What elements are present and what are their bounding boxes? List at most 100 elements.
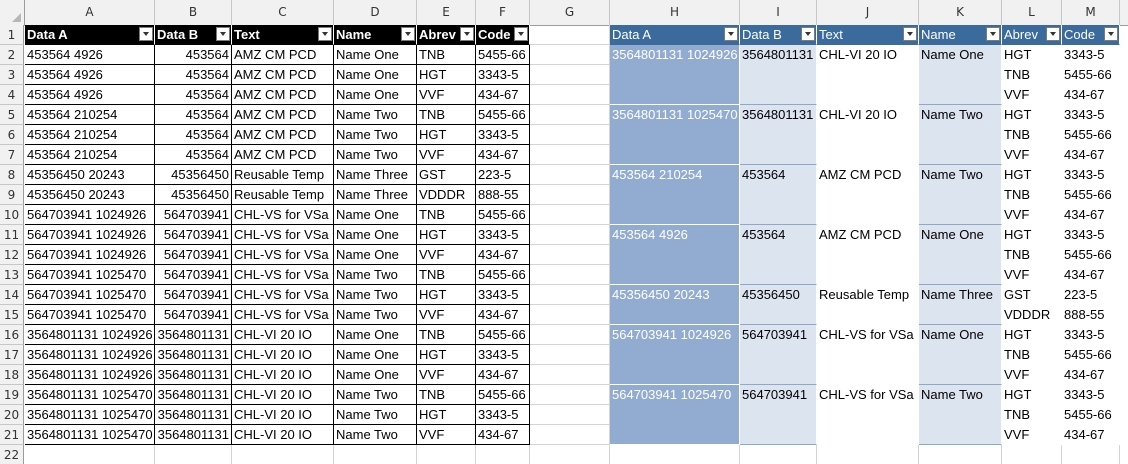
left-table-cell[interactable]: Name Two (334, 125, 417, 145)
right-table-code[interactable]: 3343-5 (1062, 385, 1120, 405)
filter-dropdown-icon[interactable] (216, 27, 230, 41)
select-all-corner[interactable] (0, 0, 25, 25)
row-header-15[interactable]: 15 (0, 305, 24, 325)
empty-cell[interactable] (530, 225, 610, 245)
left-table-cell[interactable]: Name One (334, 205, 417, 225)
left-table-cell[interactable]: Name One (334, 65, 417, 85)
right-table-code[interactable]: 5455-66 (1062, 345, 1120, 365)
left-table-cell[interactable]: 3564801131 (155, 385, 232, 405)
left-table-cell[interactable]: Name Two (334, 385, 417, 405)
right-table-code[interactable]: 3343-5 (1062, 165, 1120, 185)
column-header-b[interactable]: B (155, 0, 232, 25)
row-header-9[interactable]: 9 (0, 185, 24, 205)
filter-dropdown-icon[interactable] (801, 27, 815, 41)
column-header-f[interactable]: F (476, 0, 530, 25)
empty-cell[interactable] (334, 445, 417, 464)
right-table-data-b[interactable]: 3564801131 (740, 105, 817, 165)
left-table-cell[interactable]: 5455-66 (476, 45, 530, 65)
left-table-cell[interactable]: 434-67 (476, 365, 530, 385)
left-table-cell[interactable]: 564703941 1024926 (25, 225, 155, 245)
left-table-cell[interactable]: 3564801131 (155, 345, 232, 365)
right-table-header-data-b[interactable]: Data B (740, 25, 817, 45)
right-table-code[interactable]: 5455-66 (1062, 185, 1120, 205)
right-table-text[interactable]: CHL-VI 20 IO (817, 45, 919, 105)
left-table-cell[interactable]: TNB (417, 45, 476, 65)
right-table-header-name[interactable]: Name (919, 25, 1002, 45)
right-table-data-b[interactable]: 45356450 (740, 285, 817, 325)
left-table-cell[interactable]: VVF (417, 305, 476, 325)
left-table-cell[interactable]: GST (417, 165, 476, 185)
right-table-abrev[interactable]: TNB (1002, 125, 1062, 145)
left-table-cell[interactable]: 223-5 (476, 165, 530, 185)
right-table-data-a[interactable]: 453564 4926 (610, 225, 740, 285)
right-table-code[interactable]: 3343-5 (1062, 325, 1120, 345)
filter-dropdown-icon[interactable] (460, 27, 474, 41)
left-table-cell[interactable]: VVF (417, 365, 476, 385)
left-table-cell[interactable]: 5455-66 (476, 205, 530, 225)
row-header-1[interactable]: 1 (0, 25, 24, 45)
empty-cell[interactable] (1062, 445, 1120, 464)
filter-dropdown-icon[interactable] (986, 27, 1000, 41)
right-table-header-data-a[interactable]: Data A (610, 25, 740, 45)
right-table-text[interactable]: Reusable Temp (817, 285, 919, 325)
right-table-name[interactable]: Name Two (919, 385, 1002, 445)
left-table-cell[interactable]: 3564801131 1025470 (25, 385, 155, 405)
column-header-i[interactable]: I (740, 0, 817, 25)
empty-cell[interactable] (530, 325, 610, 345)
empty-cell[interactable] (530, 145, 610, 165)
right-table-data-a[interactable]: 453564 210254 (610, 165, 740, 225)
column-header-j[interactable]: J (817, 0, 919, 25)
empty-cell[interactable] (530, 345, 610, 365)
left-table-cell[interactable]: 3343-5 (476, 345, 530, 365)
left-table-cell[interactable]: AMZ CM PCD (232, 85, 334, 105)
row-header-16[interactable]: 16 (0, 325, 24, 345)
empty-cell[interactable] (610, 445, 740, 464)
right-table-data-a[interactable]: 564703941 1024926 (610, 325, 740, 385)
empty-cell[interactable] (530, 45, 610, 65)
left-table-cell[interactable]: 3343-5 (476, 225, 530, 245)
empty-cell[interactable] (25, 445, 155, 464)
right-table-data-a[interactable]: 3564801131 1024926 (610, 45, 740, 105)
right-table-data-a[interactable]: 564703941 1025470 (610, 385, 740, 445)
left-table-cell[interactable]: TNB (417, 105, 476, 125)
left-table-cell[interactable]: 453564 (155, 145, 232, 165)
right-table-code[interactable]: 434-67 (1062, 145, 1120, 165)
filter-dropdown-icon[interactable] (903, 27, 917, 41)
left-table-cell[interactable]: 3564801131 1025470 (25, 405, 155, 425)
left-table-cell[interactable]: CHL-VI 20 IO (232, 325, 334, 345)
right-table-name[interactable]: Name One (919, 225, 1002, 285)
column-header-c[interactable]: C (232, 0, 334, 25)
left-table-cell[interactable]: Name One (334, 45, 417, 65)
left-table-cell[interactable]: 5455-66 (476, 105, 530, 125)
empty-cell[interactable] (530, 445, 610, 464)
left-table-cell[interactable]: 453564 (155, 45, 232, 65)
left-table-header-name[interactable]: Name (334, 25, 417, 45)
left-table-cell[interactable]: Name Three (334, 165, 417, 185)
column-header-d[interactable]: D (334, 0, 417, 25)
right-table-data-a[interactable]: 3564801131 1025470 (610, 105, 740, 165)
left-table-cell[interactable]: 453564 210254 (25, 125, 155, 145)
filter-dropdown-icon[interactable] (318, 27, 332, 41)
row-header-3[interactable]: 3 (0, 65, 24, 85)
left-table-cell[interactable]: AMZ CM PCD (232, 45, 334, 65)
left-table-cell[interactable]: HGT (417, 405, 476, 425)
column-header-k[interactable]: K (919, 0, 1002, 25)
right-table-abrev[interactable]: HGT (1002, 325, 1062, 345)
empty-cell[interactable] (530, 65, 610, 85)
left-table-cell[interactable]: 453564 210254 (25, 145, 155, 165)
empty-cell[interactable] (1002, 445, 1062, 464)
row-header-8[interactable]: 8 (0, 165, 24, 185)
left-table-cell[interactable]: Reusable Temp (232, 185, 334, 205)
row-header-22[interactable]: 22 (0, 445, 24, 464)
left-table-cell[interactable]: Name Two (334, 265, 417, 285)
row-header-18[interactable]: 18 (0, 365, 24, 385)
right-table-code[interactable]: 223-5 (1062, 285, 1120, 305)
left-table-cell[interactable]: 453564 (155, 65, 232, 85)
left-table-cell[interactable]: Name Two (334, 285, 417, 305)
left-table-header-text[interactable]: Text (232, 25, 334, 45)
right-table-abrev[interactable]: VDDDR (1002, 305, 1062, 325)
right-table-code[interactable]: 434-67 (1062, 365, 1120, 385)
right-table-abrev[interactable]: VVF (1002, 205, 1062, 225)
left-table-cell[interactable]: 3564801131 1024926 (25, 325, 155, 345)
empty-cell[interactable] (155, 445, 232, 464)
